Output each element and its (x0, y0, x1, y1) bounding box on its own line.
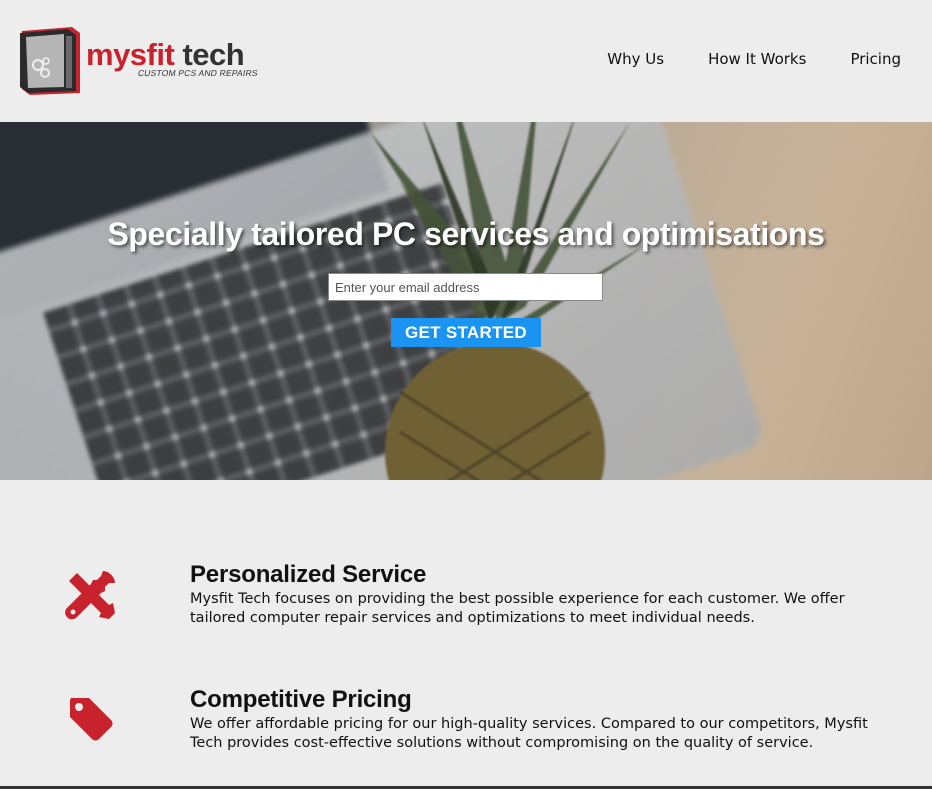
feature-title: Competitive Pricing (190, 686, 412, 713)
feature-competitive-pricing: Competitive Pricing We offer affordable … (0, 686, 932, 776)
feature-description: We offer affordable pricing for our high… (190, 716, 868, 751)
hero-section: Specially tailored PC services and optim… (0, 122, 932, 480)
hero-title: Specially tailored PC services and optim… (107, 216, 825, 252)
nav-link-pricing[interactable]: Pricing (850, 50, 901, 68)
brand-name-part2: tech (182, 37, 245, 72)
price-tag-icon (65, 696, 115, 747)
get-started-button[interactable]: GET STARTED (391, 318, 541, 347)
site-header: mysfit tech CUSTOM PCS AND REPAIRS Why U… (0, 0, 932, 122)
feature-personalized-service: Personalized Service Mysfit Tech focuses… (0, 561, 932, 651)
email-input[interactable] (328, 273, 603, 301)
tools-icon (65, 569, 117, 626)
nav-link-why-us[interactable]: Why Us (607, 50, 664, 68)
main-nav: Why Us How It Works Pricing (607, 50, 901, 68)
brand-tagline: CUSTOM PCS AND REPAIRS (137, 68, 259, 78)
brand-wordmark: mysfit tech (86, 37, 245, 72)
pc-case-icon (20, 27, 80, 95)
feature-title: Personalized Service (190, 561, 427, 588)
nav-link-how-it-works[interactable]: How It Works (708, 50, 806, 68)
feature-description: Mysfit Tech focuses on providing the bes… (190, 591, 845, 626)
brand-logo[interactable]: mysfit tech CUSTOM PCS AND REPAIRS (18, 25, 259, 97)
brand-name-part1: mysfit (86, 37, 175, 72)
hero-overlay (0, 122, 932, 480)
